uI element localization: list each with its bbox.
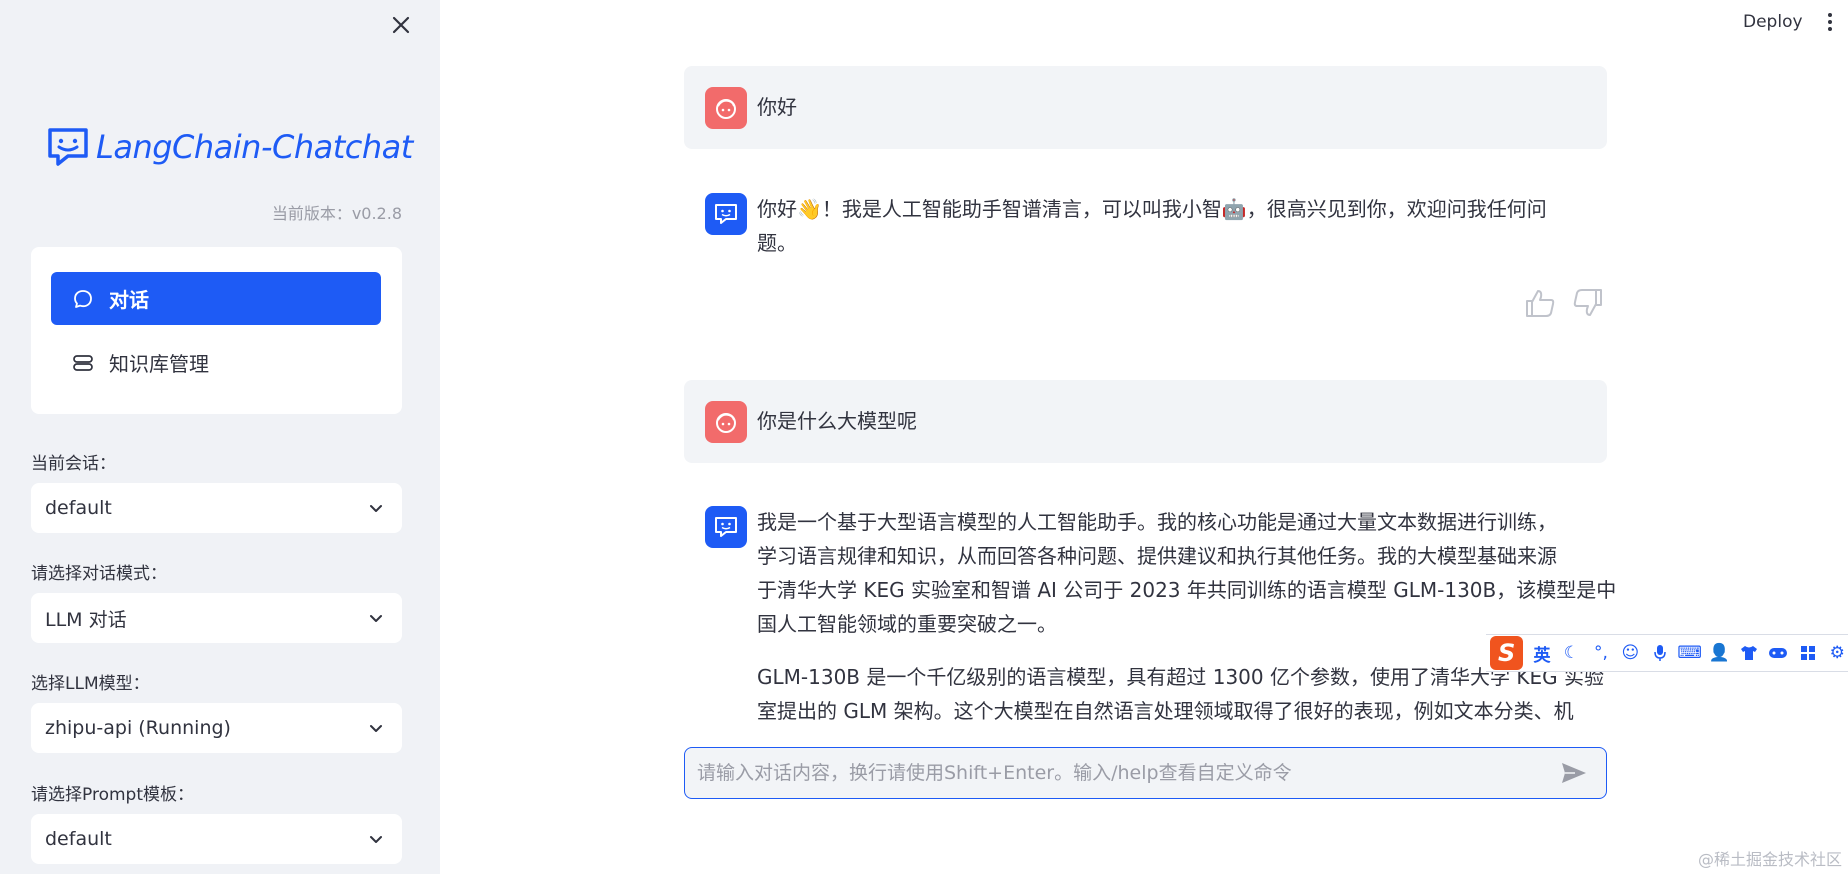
more-menu-button[interactable]	[1822, 10, 1838, 34]
bot-chat-icon	[715, 204, 737, 224]
thumbs-up-button[interactable]	[1522, 286, 1558, 320]
thumbs-down-button[interactable]	[1570, 286, 1606, 320]
assistant-message-line: 国人工智能领域的重要突破之一。	[757, 612, 1057, 636]
mic-icon[interactable]	[1649, 642, 1670, 664]
bot-chat-icon	[715, 517, 737, 537]
assistant-avatar	[705, 506, 747, 548]
user-face-icon	[716, 99, 736, 119]
logo-text: LangChain-Chatchat	[96, 128, 413, 166]
llm-model-select[interactable]: zhipu-api (Running)	[31, 703, 402, 753]
chevron-down-icon	[368, 719, 386, 737]
select-value: default	[45, 828, 112, 850]
grid-icon[interactable]	[1797, 642, 1818, 664]
assistant-message-line: 你好👋！我是人工智能助手智谱清言，可以叫我小智🤖，很高兴见到你，欢迎问我任何问	[757, 197, 1547, 221]
feedback-buttons	[1522, 286, 1606, 320]
user-icon[interactable]: 👤	[1709, 642, 1730, 664]
thumbs-up-icon	[1526, 290, 1555, 317]
current-session-label: 当前会话：	[31, 454, 116, 474]
send-icon	[1562, 763, 1586, 783]
llm-model-label: 选择LLM模型：	[31, 674, 150, 694]
assistant-message-line: 学习语言规律和知识，从而回答各种问题、提供建议和执行其他任务。我的大模型基础来源	[757, 544, 1557, 568]
user-avatar	[705, 87, 747, 129]
message-text: 你是什么大模型呢	[757, 409, 917, 433]
nav-item-chat[interactable]: 对话	[51, 272, 381, 325]
send-button[interactable]	[1554, 753, 1594, 793]
assistant-message-line: GLM-130B 是一个千亿级别的语言模型，具有超过 1300 亿个参数，使用了…	[757, 665, 1604, 689]
assistant-message-line: 我是一个基于大型语言模型的人工智能助手。我的核心功能是通过大量文本数据进行训练，	[757, 510, 1557, 534]
close-sidebar-button[interactable]	[388, 12, 414, 38]
sidebar: LangChain-Chatchat 当前版本：v0.2.8 对话 知识库管理 …	[0, 0, 440, 874]
deploy-button[interactable]: Deploy	[1739, 10, 1807, 34]
close-icon	[392, 16, 410, 34]
prompt-template-select[interactable]: default	[31, 814, 402, 864]
app-logo: LangChain-Chatchat	[46, 126, 413, 168]
nav-item-label: 知识库管理	[109, 352, 209, 376]
select-value: LLM 对话	[45, 608, 127, 631]
dot	[1828, 27, 1832, 31]
assistant-avatar	[705, 193, 747, 235]
chat-input-box	[684, 747, 1607, 799]
dot	[1828, 13, 1832, 17]
keyboard-icon[interactable]: ⌨	[1677, 642, 1702, 664]
user-face-icon	[716, 413, 736, 433]
assistant-message-line: 室提出的 GLM 架构。这个大模型在自然语言处理领域取得了很好的表现，例如文本分…	[757, 699, 1574, 723]
select-value: zhipu-api (Running)	[45, 717, 231, 739]
nav-item-label: 对话	[109, 288, 149, 312]
version-label: 当前版本：v0.2.8	[271, 204, 402, 223]
session-select[interactable]: default	[31, 483, 402, 533]
game-icon[interactable]	[1768, 642, 1789, 664]
chevron-down-icon	[368, 609, 386, 627]
assistant-message-line: 题。	[757, 231, 797, 255]
prompt-template-label: 请选择Prompt模板：	[31, 785, 194, 805]
chat-logo-icon	[48, 128, 88, 166]
shirt-icon[interactable]	[1738, 642, 1759, 664]
ime-logo[interactable]: S	[1490, 636, 1524, 670]
nav-menu: 对话 知识库管理	[31, 247, 402, 414]
nav-item-knowledge-base[interactable]: 知识库管理	[51, 336, 381, 389]
chat-mode-select[interactable]: LLM 对话	[31, 593, 402, 643]
user-message: 你好	[684, 66, 1607, 149]
emoji-icon[interactable]: ☺	[1620, 642, 1641, 664]
assistant-message-line: 于清华大学 KEG 实验室和智谱 AI 公司于 2023 年共同训练的语言模型 …	[757, 578, 1617, 602]
chat-input[interactable]	[685, 748, 1554, 798]
dot	[1828, 20, 1832, 24]
ime-lang-toggle[interactable]: 英	[1531, 642, 1552, 666]
chevron-down-icon	[368, 499, 386, 517]
select-value: default	[45, 497, 112, 519]
ime-toolbar: S 英 ☾ °, ☺ ⌨ 👤 ⚙	[1486, 634, 1848, 672]
message-text: 你好	[757, 95, 797, 119]
chevron-down-icon	[368, 830, 386, 848]
punctuation-icon[interactable]: °,	[1590, 642, 1611, 664]
moon-icon[interactable]: ☾	[1561, 642, 1582, 664]
chat-mode-label: 请选择对话模式：	[31, 564, 167, 584]
chat-bubble-icon	[71, 287, 95, 311]
user-avatar	[705, 401, 747, 443]
settings-icon[interactable]: ⚙	[1827, 642, 1848, 664]
database-icon	[71, 351, 95, 375]
watermark: @稀土掘金技术社区	[1697, 850, 1842, 869]
user-message: 你是什么大模型呢	[684, 380, 1607, 463]
thumbs-down-icon	[1573, 289, 1602, 316]
